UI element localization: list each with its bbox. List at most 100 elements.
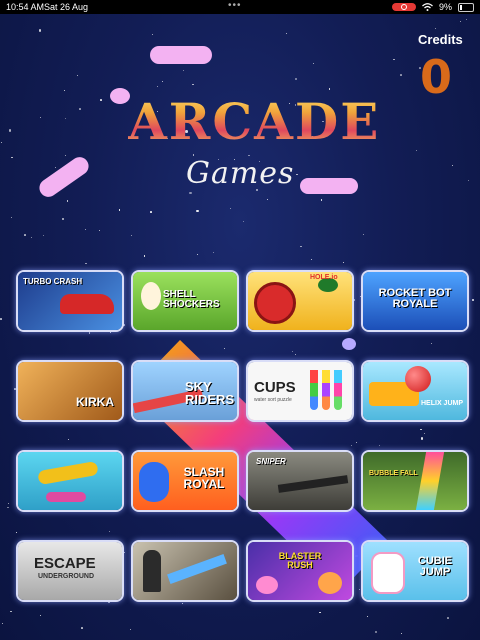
car-shape (60, 294, 114, 314)
star (0, 318, 2, 320)
tube-shape (322, 370, 330, 410)
game-tile-turbo-crash[interactable]: TURBO CRASH (16, 270, 124, 332)
game-sublabel: water sort puzzle (254, 397, 292, 403)
star (471, 298, 474, 302)
star (76, 74, 79, 77)
star (363, 233, 365, 235)
creature-shape (318, 572, 342, 594)
status-bar: 10:54 AM Sat 26 Aug ••• 9% (0, 0, 480, 14)
star (434, 27, 436, 29)
character-shape (139, 462, 169, 502)
star (181, 602, 183, 604)
decor-pill (150, 46, 212, 64)
star (451, 164, 454, 167)
game-tile-kirka[interactable]: KIRKA (16, 360, 124, 422)
star (400, 74, 402, 76)
game-tile-bubble-fall[interactable]: BUBBLE FALL (361, 450, 469, 512)
battery-icon (458, 2, 474, 12)
star (100, 99, 102, 101)
tube-shape (310, 370, 318, 410)
star (16, 532, 18, 534)
game-tile-blaster-rush[interactable]: BLASTER RUSH (246, 540, 354, 602)
star (65, 118, 67, 120)
status-date: Sat 26 Aug (44, 2, 89, 12)
page-title: ARCADE (128, 92, 381, 151)
game-tile-helix-jump[interactable]: HELIX JUMP (361, 360, 469, 422)
game-label: HELIX JUMP (421, 400, 464, 407)
star (118, 209, 121, 211)
star (355, 441, 357, 443)
multitask-dots-icon[interactable]: ••• (228, 0, 242, 13)
star (182, 69, 184, 71)
screen-record-icon[interactable] (391, 3, 416, 11)
star (400, 632, 403, 635)
game-label: CUPS (254, 379, 296, 396)
game-tile-slash-royal[interactable]: SLASH ROYAL (131, 450, 239, 512)
game-tile-hole-io[interactable]: HOLE.io (246, 270, 354, 332)
star (64, 154, 66, 156)
star (447, 617, 449, 619)
star (150, 211, 152, 213)
star (11, 156, 13, 159)
credits-value: 0 (420, 50, 453, 104)
decor-pill (300, 178, 358, 194)
star (66, 200, 69, 202)
game-tile-sniper[interactable]: SNIPER (246, 450, 354, 512)
star (192, 83, 194, 86)
game-label: TURBO CRASH (23, 277, 83, 286)
decor-pill (35, 153, 93, 201)
star (319, 611, 321, 614)
game-label: SKY RIDERS (185, 379, 235, 407)
game-tile-escape-underground[interactable]: ESCAPE UNDERGROUND (16, 540, 124, 602)
status-time: 10:54 AM (6, 2, 45, 12)
star (24, 234, 26, 236)
star (109, 530, 111, 532)
star (196, 209, 199, 213)
star (108, 601, 110, 604)
credits-label: Credits (418, 32, 463, 47)
bunny-shape (371, 552, 405, 594)
game-label: SNIPER (256, 457, 286, 466)
game-tile-cubie-jump[interactable]: CUBIE JUMP (361, 540, 469, 602)
game-tile-shell-shockers[interactable]: SHELL SHOCKERS (131, 270, 239, 332)
wheel-shape (254, 282, 296, 324)
star (42, 234, 44, 236)
game-tile-skibidi-shooter[interactable] (131, 540, 239, 602)
star (358, 589, 360, 591)
star (229, 207, 232, 209)
star (328, 88, 331, 90)
star (285, 33, 287, 35)
star (68, 438, 70, 440)
star (7, 506, 9, 509)
game-tile-cups[interactable]: CUPS water sort puzzle (246, 360, 354, 422)
game-tile-flying-ragdoll[interactable] (16, 450, 124, 512)
star (420, 437, 424, 440)
star (466, 19, 467, 21)
star (366, 616, 368, 618)
star (294, 77, 298, 81)
star (131, 234, 133, 236)
star (431, 343, 433, 345)
star (350, 444, 352, 446)
game-tile-rocket-bot-royale[interactable]: ROCKET BOT ROYALE (361, 270, 469, 332)
star (423, 432, 425, 434)
tube-shape (334, 370, 342, 410)
star (378, 445, 380, 447)
game-tile-sky-riders[interactable]: SKY RIDERS (131, 360, 239, 422)
wifi-icon (422, 3, 433, 11)
star (54, 167, 56, 169)
star (468, 180, 470, 182)
star (374, 630, 378, 634)
battery-percent: 9% (438, 2, 452, 12)
star (11, 216, 13, 218)
star (393, 58, 395, 61)
tile-art (18, 362, 122, 420)
game-label: KIRKA (76, 395, 114, 409)
star (88, 332, 91, 334)
star (130, 628, 132, 630)
star (143, 255, 145, 257)
star (38, 29, 42, 32)
page-subtitle: Games (186, 156, 295, 191)
star (10, 610, 12, 613)
figure-shape (143, 550, 161, 592)
